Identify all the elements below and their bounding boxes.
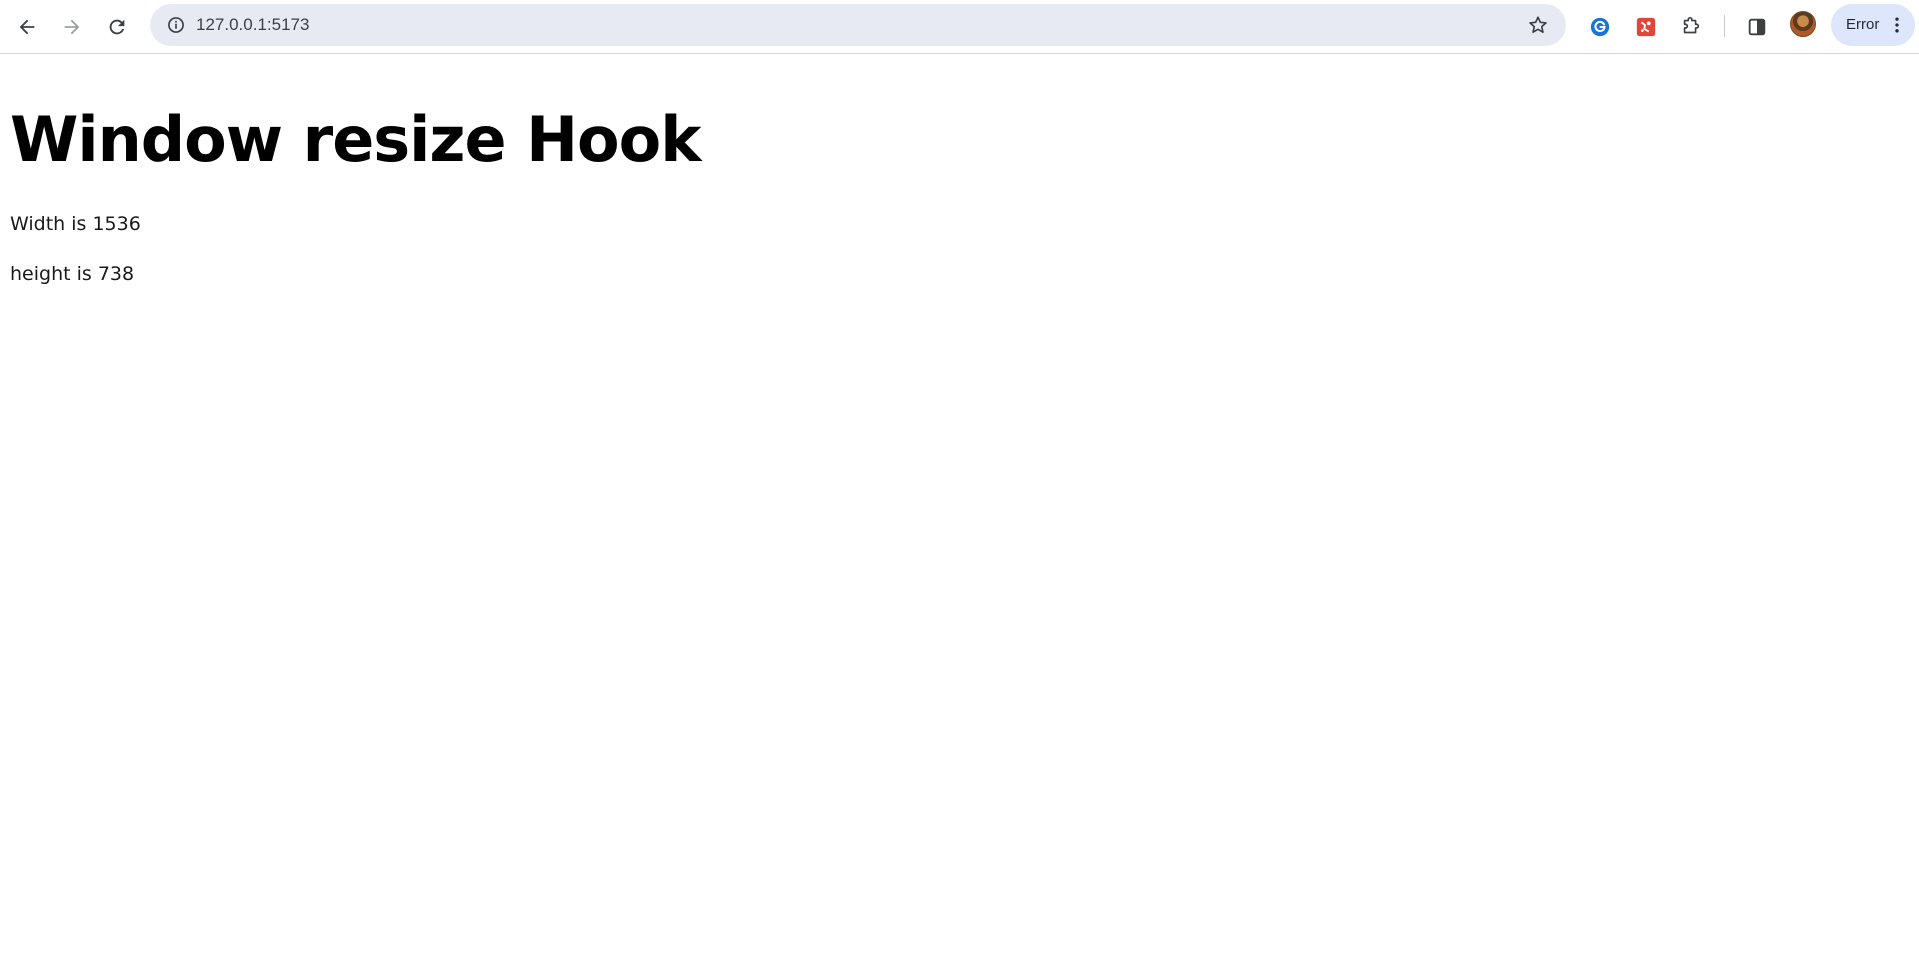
extensions-button[interactable] [1672, 8, 1710, 46]
kebab-menu-icon [1895, 17, 1899, 33]
grammarly-extension-icon [1590, 17, 1610, 37]
forward-arrow-icon [64, 19, 80, 35]
site-info-button[interactable] [160, 9, 192, 41]
forward-button[interactable] [53, 8, 91, 46]
info-icon [168, 17, 184, 33]
red-extension-icon [1636, 17, 1656, 37]
error-label: Error [1846, 16, 1880, 33]
profile-avatar[interactable] [1790, 11, 1816, 37]
red-extension-button[interactable] [1627, 8, 1665, 46]
browser-menu-button[interactable] [1887, 15, 1907, 35]
toolbar-separator [1724, 15, 1725, 37]
address-bar[interactable]: 127.0.0.1:5173 [150, 4, 1566, 46]
url-text[interactable]: 127.0.0.1:5173 [196, 4, 309, 46]
puzzle-icon [1683, 17, 1700, 34]
profile-error-chip[interactable]: Error [1831, 4, 1915, 46]
side-panel-icon [1748, 18, 1766, 36]
star-icon [1529, 16, 1547, 33]
back-button[interactable] [8, 8, 46, 46]
width-readout: Width is 1536 [10, 213, 141, 235]
side-panel-button[interactable] [1738, 8, 1776, 46]
page-title: Window resize Hook [10, 103, 701, 176]
reload-icon [109, 19, 125, 35]
bookmark-button[interactable] [1522, 9, 1554, 41]
back-arrow-icon [19, 19, 35, 35]
reload-button[interactable] [98, 8, 136, 46]
browser-toolbar: 127.0.0.1:5173 Error [0, 0, 1919, 54]
grammarly-extension-button[interactable] [1581, 8, 1619, 46]
page-content: Window resize Hook Width is 1536 height … [10, 54, 1910, 286]
height-readout: height is 738 [10, 263, 135, 285]
